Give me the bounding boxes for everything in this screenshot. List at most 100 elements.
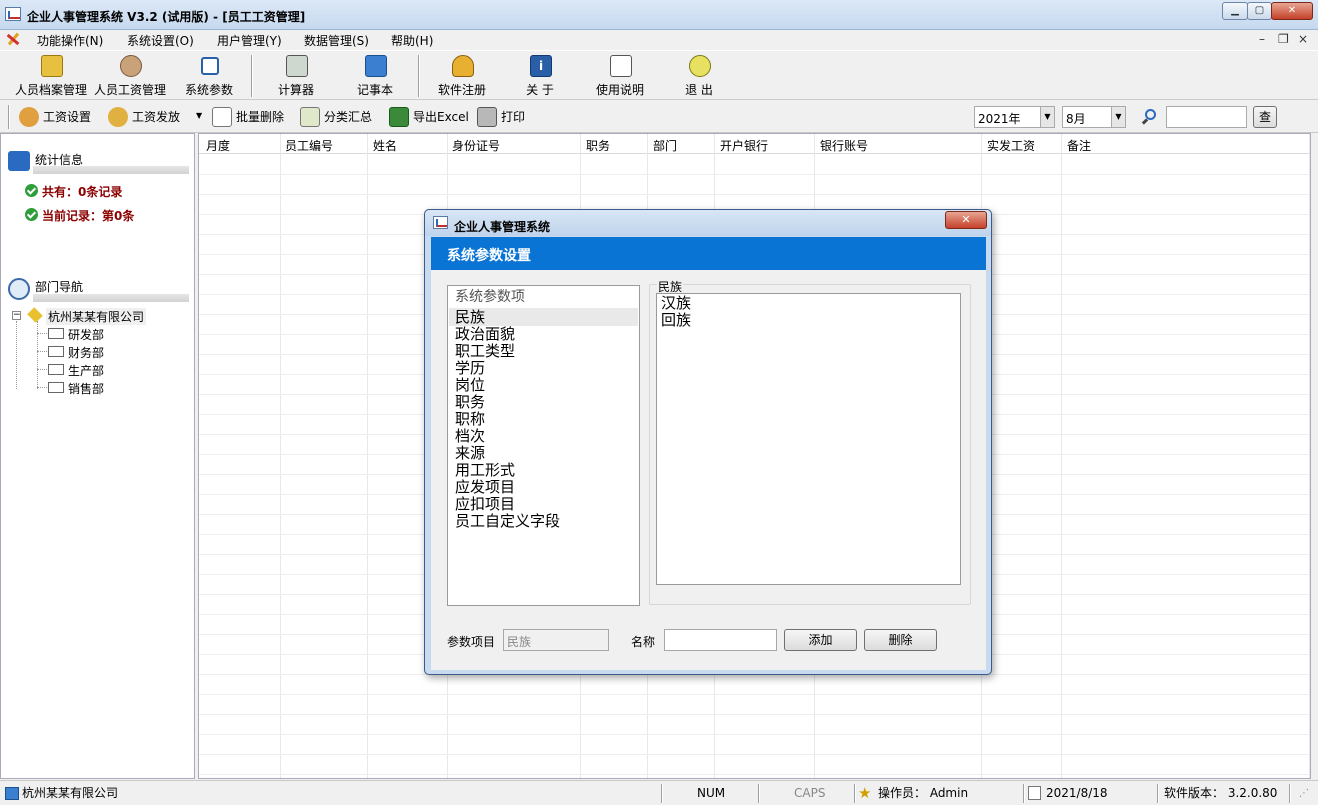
tree-line (37, 387, 47, 388)
value-list[interactable]: 汉族 回族 (656, 293, 961, 585)
month-select[interactable]: 8月 ▼ (1062, 106, 1126, 128)
list-item[interactable]: 员工自定义字段 (455, 513, 560, 530)
list-item[interactable]: 用工形式 (455, 462, 515, 479)
salary-payment-button[interactable]: 工资发放 (106, 105, 180, 129)
column-header[interactable]: 月度 (206, 137, 230, 154)
close-button[interactable]: ✕ (1271, 2, 1313, 20)
grid-row-line (199, 754, 1310, 755)
year-select[interactable]: 2021年 ▼ (974, 106, 1055, 128)
status-num: NUM (697, 786, 726, 800)
toolbar-separator (251, 55, 253, 97)
add-button[interactable]: 添加 (784, 629, 857, 651)
mdi-close-icon[interactable]: × (1298, 32, 1308, 46)
menu-function[interactable]: 功能操作(N) (37, 32, 103, 49)
calendar-icon (1028, 786, 1041, 800)
column-header[interactable]: 员工编号 (285, 137, 333, 154)
list-item[interactable]: 来源 (455, 445, 485, 462)
batch-delete-button[interactable]: 批量删除 (210, 105, 284, 129)
manual-button[interactable]: 使用说明 (578, 53, 662, 99)
param-list[interactable]: 系统参数项 民族 政治面貌 职工类型 学历 岗位 职务 职称 档次 来源 用工形… (447, 285, 640, 606)
list-item[interactable]: 回族 (661, 312, 691, 329)
tree-department[interactable]: 研发部 (68, 326, 104, 343)
category-summary-button[interactable]: 分类汇总 (298, 105, 372, 129)
column-header[interactable]: 实发工资 (987, 137, 1035, 154)
delete-button[interactable]: 删除 (864, 629, 937, 651)
grid-row-line (199, 734, 1310, 735)
list-item[interactable]: 政治面貌 (455, 326, 515, 343)
column-header[interactable]: 职务 (586, 137, 610, 154)
list-item[interactable]: 职务 (455, 394, 485, 411)
dialog-body: 系统参数设置 系统参数项 民族 政治面貌 职工类型 学历 岗位 职务 职称 档次… (431, 237, 986, 670)
mdi-minimize-icon[interactable]: – (1259, 32, 1265, 46)
print-button[interactable]: 打印 (475, 105, 525, 129)
list-item[interactable]: 职称 (455, 411, 485, 428)
menu-help[interactable]: 帮助(H) (391, 32, 433, 49)
register-button[interactable]: 软件注册 (420, 53, 504, 99)
salary-settings-button[interactable]: 工资设置 (17, 105, 91, 129)
search-input[interactable] (1166, 106, 1247, 128)
salary-management-button[interactable]: 人员工资管理 (88, 53, 172, 99)
nav-title: 部门导航 (35, 280, 84, 294)
grid-icon (201, 57, 219, 75)
salary-toolbar: 工资设置 工资发放 ▼ 批量删除 分类汇总 导出Excel 打印 2021年 ▼… (0, 101, 1318, 133)
calculator-button[interactable]: 计算器 (254, 53, 338, 99)
column-header[interactable]: 备注 (1067, 137, 1091, 154)
list-item[interactable]: 民族 (455, 309, 485, 326)
status-separator (661, 784, 663, 803)
mdi-restore-icon[interactable]: ❐ (1278, 32, 1289, 46)
minimize-button[interactable]: ▁ (1222, 2, 1248, 20)
list-item[interactable]: 应扣项目 (455, 496, 515, 513)
main-toolbar: 人员档案管理 人员工资管理 系统参数 计算器 记事本 软件注册 i 关 于 使用… (0, 50, 1318, 100)
maximize-button[interactable]: ▢ (1247, 2, 1272, 20)
app-icon (5, 7, 21, 21)
tree-department[interactable]: 销售部 (68, 380, 104, 397)
status-separator (758, 784, 760, 803)
column-header[interactable]: 银行账号 (820, 137, 868, 154)
chevron-down-icon[interactable]: ▼ (1040, 107, 1054, 127)
section-divider (33, 166, 189, 174)
status-date: 2021/8/18 (1046, 786, 1108, 800)
list-item[interactable]: 应发项目 (455, 479, 515, 496)
resize-grip-icon[interactable]: ⋰ (1299, 784, 1309, 803)
document-icon[interactable] (6, 32, 20, 46)
excel-icon (389, 107, 409, 127)
notepad-button[interactable]: 记事本 (333, 53, 417, 99)
name-input[interactable] (664, 629, 777, 651)
dialog-banner: 系统参数设置 (431, 237, 986, 270)
exit-button[interactable]: 退 出 (657, 53, 741, 99)
search-button[interactable]: 查 (1253, 106, 1277, 128)
menu-system-settings[interactable]: 系统设置(O) (127, 32, 194, 49)
status-separator (1289, 784, 1291, 803)
toolbar-grip (8, 105, 10, 129)
list-item[interactable]: 档次 (455, 428, 485, 445)
search-icon[interactable] (1141, 108, 1159, 126)
about-button[interactable]: i 关 于 (498, 53, 582, 99)
list-item[interactable]: 学历 (455, 360, 485, 377)
menu-data-management[interactable]: 数据管理(S) (304, 32, 369, 49)
tree-department[interactable]: 生产部 (68, 362, 104, 379)
personnel-files-button[interactable]: 人员档案管理 (9, 53, 93, 99)
grid-row-line (199, 174, 1310, 175)
dialog-close-button[interactable]: ✕ (945, 211, 987, 229)
statistics-icon (8, 151, 30, 171)
list-item[interactable]: 职工类型 (455, 343, 515, 360)
dropdown-arrow-icon[interactable]: ▼ (196, 111, 202, 120)
list-item[interactable]: 岗位 (455, 377, 485, 394)
export-excel-button[interactable]: 导出Excel (387, 105, 469, 129)
tree-company[interactable]: 杭州某某有限公司 (46, 308, 147, 325)
person-money-icon (108, 107, 128, 127)
column-header[interactable]: 姓名 (373, 137, 397, 154)
total-records: 共有：0条记录 (42, 185, 123, 199)
tree-collapse-icon[interactable]: − (12, 311, 21, 320)
list-item[interactable]: 汉族 (661, 295, 691, 312)
system-params-button[interactable]: 系统参数 (167, 53, 251, 99)
status-operator: 操作员： Admin (878, 786, 969, 800)
chevron-down-icon[interactable]: ▼ (1111, 107, 1125, 127)
system-params-dialog: 企业人事管理系统 ✕ 系统参数设置 系统参数项 民族 政治面貌 职工类型 学历 … (424, 209, 992, 675)
column-header[interactable]: 身份证号 (452, 137, 500, 154)
tree-department[interactable]: 财务部 (68, 344, 104, 361)
column-header[interactable]: 开户银行 (720, 137, 768, 154)
menu-user-management[interactable]: 用户管理(Y) (217, 32, 282, 49)
person-icon (120, 55, 142, 77)
column-header[interactable]: 部门 (653, 137, 677, 154)
